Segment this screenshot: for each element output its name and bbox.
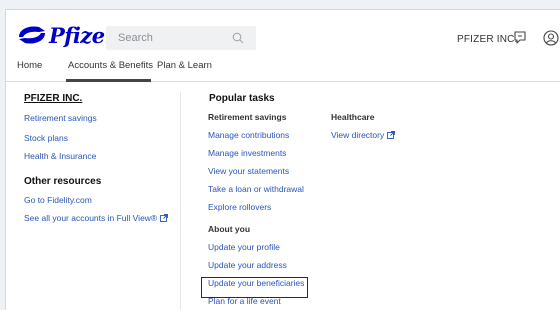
link-manage-contributions[interactable]: Manage contributions <box>208 130 289 140</box>
search-icon[interactable] <box>232 32 244 44</box>
about-you-subtitle: About you <box>208 224 251 234</box>
page-card: Pfizer Search PFIZER INC. Home Accounts … <box>5 9 560 310</box>
link-update-profile[interactable]: Update your profile <box>208 242 280 252</box>
external-link-icon <box>160 214 169 222</box>
popular-tasks-title: Popular tasks <box>209 93 275 104</box>
tab-home[interactable]: Home <box>17 60 42 71</box>
sidebar-title[interactable]: PFIZER INC. <box>24 93 82 104</box>
external-link-icon <box>387 131 396 139</box>
active-tab-indicator <box>66 79 151 82</box>
chat-icon[interactable] <box>512 29 530 47</box>
sidebar-link-stock[interactable]: Stock plans <box>24 133 68 143</box>
link-update-address[interactable]: Update your address <box>208 260 287 270</box>
company-name: PFIZER INC. <box>457 34 518 45</box>
tab-plan-learn[interactable]: Plan & Learn <box>157 60 212 71</box>
selection-highlight <box>201 277 308 298</box>
search-input[interactable]: Search <box>118 32 153 44</box>
retirement-savings-subtitle: Retirement savings <box>208 112 287 122</box>
link-view-directory-label: View directory <box>331 130 385 140</box>
sidebar-link-health[interactable]: Health & Insurance <box>24 151 96 161</box>
link-manage-investments[interactable]: Manage investments <box>208 148 286 158</box>
link-full-view[interactable]: See all your accounts in Full View® <box>24 213 169 223</box>
link-explore-rollovers[interactable]: Explore rollovers <box>208 202 271 212</box>
pfizer-logo-icon <box>19 26 45 44</box>
column-divider <box>180 92 181 310</box>
link-full-view-label: See all your accounts in Full View® <box>24 213 158 223</box>
pfizer-logo[interactable]: Pfizer <box>17 21 116 49</box>
link-loan-withdrawal[interactable]: Take a loan or withdrawal <box>208 184 304 194</box>
link-fidelity[interactable]: Go to Fidelity.com <box>24 195 92 205</box>
other-resources-title: Other resources <box>24 176 102 187</box>
site-header: Pfizer Search PFIZER INC. Home Accounts … <box>6 10 560 82</box>
tab-accounts-benefits[interactable]: Accounts & Benefits <box>68 60 153 71</box>
search-box[interactable]: Search <box>106 26 256 50</box>
profile-icon[interactable] <box>542 29 560 47</box>
link-view-directory[interactable]: View directory <box>331 130 396 140</box>
sidebar-link-retirement[interactable]: Retirement savings <box>24 113 97 123</box>
link-view-statements[interactable]: View your statements <box>208 166 289 176</box>
healthcare-subtitle: Healthcare <box>331 112 375 122</box>
